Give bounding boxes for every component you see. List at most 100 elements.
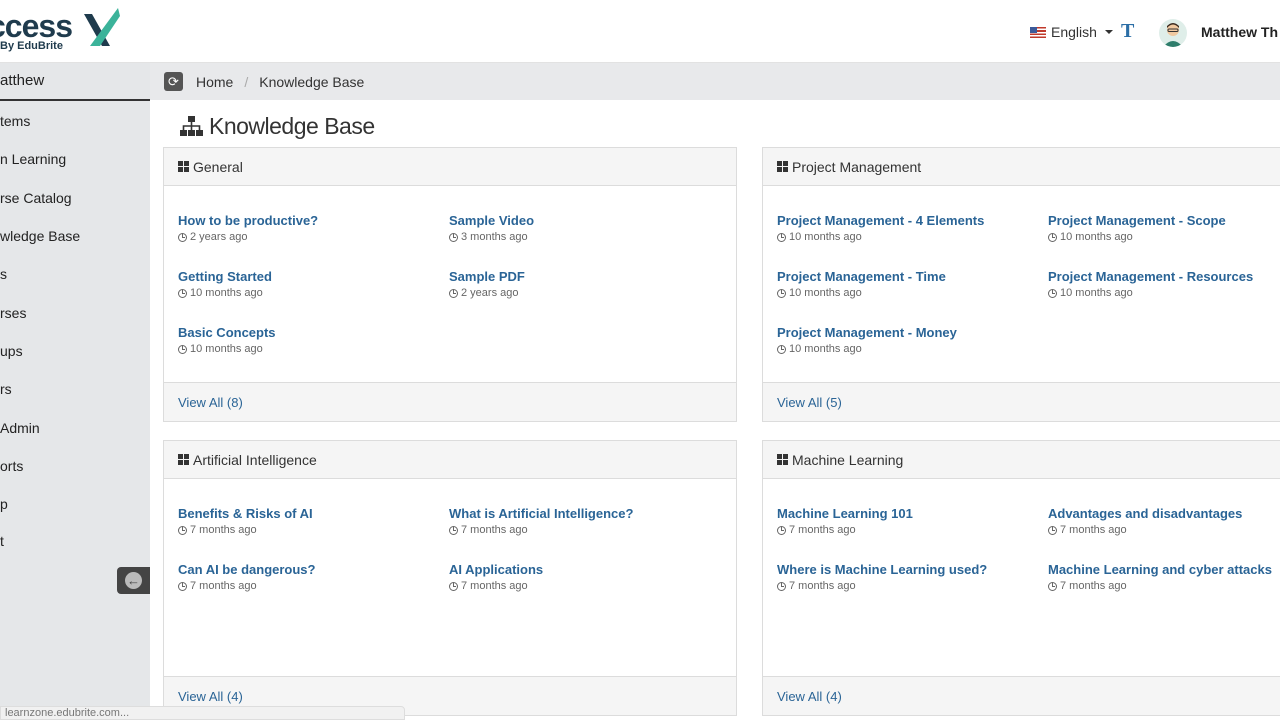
sidebar-item-learning[interactable]: n Learning (0, 151, 66, 167)
article-item: Getting Started 10 months ago (178, 269, 440, 299)
th-large-icon (178, 161, 189, 172)
clock-icon (1048, 288, 1057, 298)
refresh-icon[interactable]: ⟳ (164, 72, 183, 91)
article-meta: 2 years ago (449, 287, 711, 299)
app-logo[interactable]: ccess By EduBrite (0, 6, 125, 56)
article-age: 7 months ago (190, 580, 257, 592)
article-link[interactable]: Project Management - Time (777, 269, 1039, 284)
article-meta: 7 months ago (1048, 524, 1280, 536)
article-item: Basic Concepts 10 months ago (178, 325, 440, 355)
article-link[interactable]: Project Management - Scope (1048, 213, 1280, 228)
article-link[interactable]: Can AI be dangerous? (178, 562, 440, 577)
panel-body: Project Management - 4 Elements 10 month… (763, 186, 1280, 383)
view-all-link[interactable]: View All (4) (763, 676, 1280, 715)
user-menu[interactable]: Matthew Th (1201, 24, 1278, 40)
sidebar-item-items[interactable]: tems (0, 113, 30, 129)
clock-icon (178, 581, 187, 591)
panel-body: How to be productive? 2 years ago Sample… (164, 186, 736, 383)
article-item: Project Management - Money 10 months ago (777, 325, 1039, 355)
article-meta: 10 months ago (777, 231, 1039, 243)
panel-header: General (164, 148, 736, 186)
clock-icon (178, 344, 187, 354)
breadcrumb-home[interactable]: Home (196, 74, 233, 90)
sidebar-item-12[interactable]: t (0, 533, 4, 549)
article-age: 2 years ago (461, 287, 519, 299)
clock-icon (777, 581, 786, 591)
article-item: Project Management - Time 10 months ago (777, 269, 1039, 299)
article-link[interactable]: Project Management - Resources (1048, 269, 1280, 284)
panel-title: General (193, 158, 243, 175)
sidebar-item-users[interactable]: rs (0, 381, 12, 397)
article-item: Can AI be dangerous? 7 months ago (178, 562, 440, 592)
sidebar-item-groups[interactable]: ups (0, 343, 23, 359)
article-link[interactable]: Getting Started (178, 269, 440, 284)
article-age: 10 months ago (1060, 287, 1133, 299)
browser-status-url: learnzone.edubrite.com... (0, 706, 405, 720)
panel-body: Machine Learning 101 7 months ago Advant… (763, 479, 1280, 676)
article-item: What is Artificial Intelligence? 7 month… (449, 506, 711, 536)
article-age: 7 months ago (461, 580, 528, 592)
article-link[interactable]: Project Management - 4 Elements (777, 213, 1039, 228)
sidebar-item-course-catalog[interactable]: rse Catalog (0, 190, 72, 206)
view-all-link[interactable]: View All (5) (763, 382, 1280, 421)
sidebar-user[interactable]: atthew (0, 63, 150, 101)
top-header: ccess By EduBrite English T Matthew Th (0, 0, 1280, 63)
logo-x-mark (84, 8, 120, 46)
clock-icon (777, 232, 786, 242)
logo-subtitle: By EduBrite (0, 40, 63, 52)
th-large-icon (777, 454, 788, 465)
sitemap-icon (180, 116, 203, 136)
panel-title: Project Management (792, 158, 922, 175)
clock-icon (1048, 232, 1057, 242)
article-meta: 7 months ago (449, 524, 711, 536)
article-link[interactable]: Where is Machine Learning used? (777, 562, 1039, 577)
clock-icon (449, 525, 458, 535)
sidebar-item-admin[interactable]: Admin (0, 420, 40, 436)
article-age: 7 months ago (789, 580, 856, 592)
sidebar-item-11[interactable]: p (0, 496, 8, 512)
article-item: AI Applications 7 months ago (449, 562, 711, 592)
sidebar-item-reports[interactable]: orts (0, 458, 23, 474)
panel-body: Benefits & Risks of AI 7 months ago What… (164, 479, 736, 676)
clock-icon (449, 232, 458, 242)
article-age: 10 months ago (190, 287, 263, 299)
sidebar-item-5[interactable]: s (0, 266, 7, 282)
language-selector[interactable]: English (1030, 24, 1113, 40)
article-item: Machine Learning and cyber attacks 7 mon… (1048, 562, 1280, 592)
article-item: Sample Video 3 months ago (449, 213, 711, 243)
sidebar-collapse-button[interactable]: ← (117, 567, 150, 594)
article-meta: 7 months ago (178, 580, 440, 592)
avatar[interactable] (1159, 19, 1187, 47)
article-link[interactable]: Machine Learning and cyber attacks (1048, 562, 1280, 577)
clock-icon (777, 288, 786, 298)
user-avatar-icon (1163, 23, 1183, 47)
article-meta: 7 months ago (1048, 580, 1280, 592)
article-link[interactable]: Benefits & Risks of AI (178, 506, 440, 521)
font-size-icon[interactable]: T (1121, 20, 1134, 43)
article-meta: 10 months ago (178, 343, 440, 355)
article-age: 7 months ago (190, 524, 257, 536)
article-age: 10 months ago (789, 287, 862, 299)
article-link[interactable]: AI Applications (449, 562, 711, 577)
view-all-link[interactable]: View All (8) (164, 382, 736, 421)
article-link[interactable]: Project Management - Money (777, 325, 1039, 340)
article-link[interactable]: Sample Video (449, 213, 711, 228)
article-link[interactable]: Machine Learning 101 (777, 506, 1039, 521)
article-meta: 10 months ago (777, 343, 1039, 355)
article-link[interactable]: Advantages and disadvantages (1048, 506, 1280, 521)
kb-panel-machine-learning: Machine Learning Machine Learning 101 7 … (762, 440, 1280, 716)
article-item: Where is Machine Learning used? 7 months… (777, 562, 1039, 592)
clock-icon (449, 288, 458, 298)
article-link[interactable]: Basic Concepts (178, 325, 440, 340)
article-link[interactable]: How to be productive? (178, 213, 440, 228)
article-link[interactable]: What is Artificial Intelligence? (449, 506, 711, 521)
sidebar-item-knowledge-base[interactable]: wledge Base (0, 228, 80, 244)
panel-header: Artificial Intelligence (164, 441, 736, 479)
clock-icon (1048, 581, 1057, 591)
breadcrumb-separator: / (244, 73, 249, 90)
sidebar-item-courses[interactable]: rses (0, 305, 26, 321)
chevron-down-icon (1104, 30, 1113, 34)
article-link[interactable]: Sample PDF (449, 269, 711, 284)
panel-title: Artificial Intelligence (193, 451, 317, 468)
article-meta: 10 months ago (178, 287, 440, 299)
